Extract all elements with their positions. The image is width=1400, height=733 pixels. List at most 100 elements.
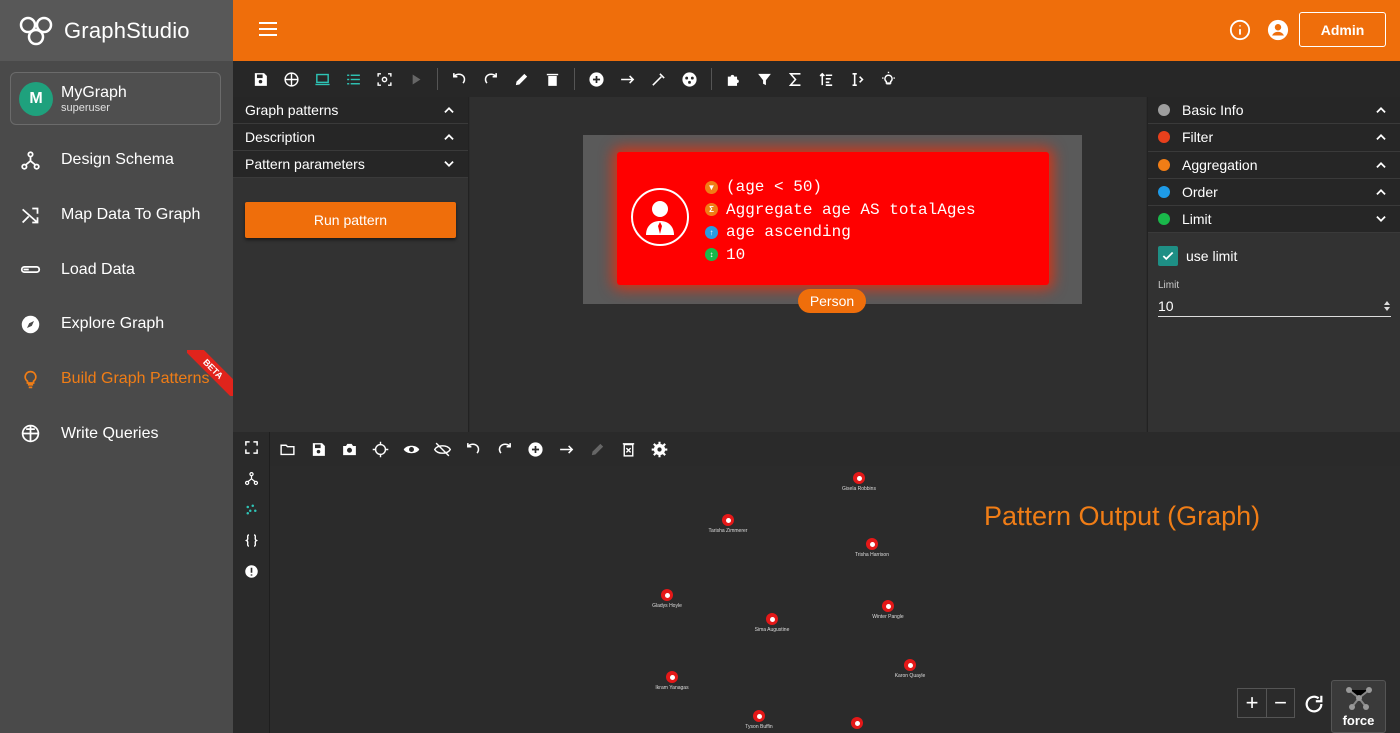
add-vertex-icon[interactable] bbox=[581, 64, 612, 94]
undo-icon[interactable] bbox=[444, 64, 475, 94]
sidebar-item-design-schema[interactable]: Design Schema bbox=[0, 133, 233, 188]
list-icon[interactable] bbox=[338, 64, 369, 94]
graph-view-icon[interactable] bbox=[233, 494, 270, 525]
pattern-parameters-section[interactable]: Pattern parameters bbox=[233, 151, 468, 178]
folder-icon[interactable] bbox=[272, 434, 303, 464]
limit-icon[interactable] bbox=[842, 64, 873, 94]
fullscreen-icon[interactable] bbox=[233, 432, 270, 463]
eye-scan-icon[interactable] bbox=[369, 64, 400, 94]
graph-patterns-section[interactable]: Graph patterns bbox=[233, 97, 468, 124]
sidebar-item-label: Load Data bbox=[61, 260, 135, 278]
lightbulb-toolbar-icon[interactable] bbox=[873, 64, 904, 94]
graph-node[interactable]: Ikram Yanagas bbox=[642, 671, 702, 691]
section-label: Aggregation bbox=[1182, 156, 1258, 173]
chevron-up-icon bbox=[1376, 189, 1386, 195]
limit-section[interactable]: Limit bbox=[1148, 206, 1400, 234]
puzzle-icon[interactable] bbox=[718, 64, 749, 94]
add-icon[interactable] bbox=[520, 434, 551, 464]
graph-node[interactable]: Winter Pangle bbox=[858, 600, 918, 620]
admin-button[interactable]: Admin bbox=[1299, 12, 1386, 47]
spinner-icon[interactable] bbox=[1383, 300, 1391, 312]
graph-avatar: M bbox=[19, 81, 53, 116]
edit-icon[interactable] bbox=[582, 434, 613, 464]
user-account-icon[interactable] bbox=[1267, 19, 1289, 41]
order-text: age ascending bbox=[726, 223, 851, 242]
redo-icon[interactable] bbox=[475, 64, 506, 94]
sidebar-item-explore-graph[interactable]: Explore Graph bbox=[0, 297, 233, 352]
locate-icon[interactable] bbox=[365, 434, 396, 464]
cluster-icon[interactable] bbox=[674, 64, 705, 94]
run-pattern-button[interactable]: Run pattern bbox=[245, 202, 456, 238]
eye-icon[interactable] bbox=[396, 434, 427, 464]
graph-output-area[interactable]: Pattern Output (Graph) Gisela Robbins Ta… bbox=[270, 466, 1400, 733]
graph-node[interactable]: Karon Quayle bbox=[880, 659, 940, 679]
sidebar-item-label: Design Schema bbox=[61, 151, 174, 169]
filter-icon[interactable] bbox=[749, 64, 780, 94]
sidebar-item-write-queries[interactable]: Write Queries bbox=[0, 406, 233, 461]
graph-node[interactable]: Tarisha Zimmerer bbox=[698, 514, 758, 534]
sort-icon[interactable] bbox=[811, 64, 842, 94]
schema-view-icon[interactable] bbox=[233, 463, 270, 494]
sidebar-item-map-data[interactable]: Map Data To Graph bbox=[0, 188, 233, 243]
chevron-up-icon bbox=[444, 134, 454, 140]
edit-icon[interactable] bbox=[506, 64, 537, 94]
pattern-canvas[interactable]: ▼ (age < 50) Σ Aggregate age AS totalAge… bbox=[470, 97, 1146, 432]
graph-node[interactable]: Tyson Buffin bbox=[729, 710, 789, 730]
graph-node[interactable]: Gisela Robbins bbox=[829, 472, 889, 492]
alert-icon[interactable] bbox=[233, 556, 270, 587]
add-edge-icon[interactable] bbox=[612, 64, 643, 94]
graph-name: MyGraph bbox=[61, 83, 127, 101]
settings-icon[interactable] bbox=[644, 434, 675, 464]
aggregation-section[interactable]: Aggregation bbox=[1148, 151, 1400, 179]
limit-icon: ↕ bbox=[705, 248, 718, 262]
add-edge-icon[interactable] bbox=[551, 434, 582, 464]
pattern-vertex-person[interactable]: ▼ (age < 50) Σ Aggregate age AS totalAge… bbox=[617, 152, 1049, 285]
graph-node[interactable]: Sima Augustine bbox=[742, 613, 802, 633]
sidebar-item-build-graph-patterns[interactable]: Build Graph Patterns BETA bbox=[0, 349, 233, 407]
save-icon[interactable] bbox=[245, 64, 276, 94]
limit-field: Limit 10 bbox=[1158, 280, 1391, 317]
filter-section[interactable]: Filter bbox=[1148, 124, 1400, 152]
eye-off-icon[interactable] bbox=[427, 434, 458, 464]
camera-icon[interactable] bbox=[334, 434, 365, 464]
person-node-icon bbox=[851, 717, 863, 729]
graph-node[interactable]: Trisha Harrison bbox=[842, 538, 902, 558]
limit-value: 10 bbox=[1158, 297, 1174, 314]
checkbox-checked-icon[interactable] bbox=[1158, 246, 1178, 266]
delete-icon[interactable] bbox=[613, 434, 644, 464]
description-section[interactable]: Description bbox=[233, 124, 468, 151]
zoom-in-icon[interactable]: + bbox=[1238, 689, 1266, 717]
toolbar-divider bbox=[574, 68, 575, 90]
globe-icon[interactable] bbox=[276, 64, 307, 94]
limit-input[interactable]: 10 bbox=[1158, 295, 1391, 317]
menu-icon[interactable] bbox=[259, 22, 277, 36]
output-view-strip bbox=[233, 432, 270, 733]
pattern-toolbar bbox=[233, 61, 1400, 97]
play-icon[interactable] bbox=[400, 64, 431, 94]
node-label: Karon Quayle bbox=[894, 673, 926, 679]
sigma-icon[interactable] bbox=[780, 64, 811, 94]
save-icon[interactable] bbox=[303, 434, 334, 464]
graph-selector[interactable]: M MyGraph superuser bbox=[10, 72, 221, 125]
graph-node[interactable] bbox=[827, 717, 887, 731]
sidebar-item-load-data[interactable]: Load Data bbox=[0, 242, 233, 297]
basic-info-section[interactable]: Basic Info bbox=[1148, 97, 1400, 125]
laptop-icon[interactable] bbox=[307, 64, 338, 94]
delete-icon[interactable] bbox=[537, 64, 568, 94]
person-node-icon bbox=[753, 710, 765, 722]
graph-node[interactable]: Gladys Hoyle bbox=[637, 589, 697, 609]
undo-icon[interactable] bbox=[458, 434, 489, 464]
use-limit-checkbox[interactable]: use limit bbox=[1158, 246, 1237, 266]
app-logo[interactable]: GraphStudio bbox=[0, 0, 233, 61]
section-label: Description bbox=[245, 129, 316, 145]
refresh-icon[interactable] bbox=[1303, 693, 1325, 715]
redo-icon[interactable] bbox=[489, 434, 520, 464]
node-label: Tarisha Zimmerer bbox=[708, 528, 748, 534]
force-layout-button[interactable]: force bbox=[1331, 680, 1386, 733]
info-icon[interactable] bbox=[1229, 19, 1251, 41]
lightbulb-icon bbox=[24, 370, 37, 388]
order-section[interactable]: Order bbox=[1148, 178, 1400, 207]
pick-icon[interactable] bbox=[643, 64, 674, 94]
json-view-icon[interactable] bbox=[233, 525, 270, 556]
zoom-out-icon[interactable]: − bbox=[1265, 689, 1294, 717]
